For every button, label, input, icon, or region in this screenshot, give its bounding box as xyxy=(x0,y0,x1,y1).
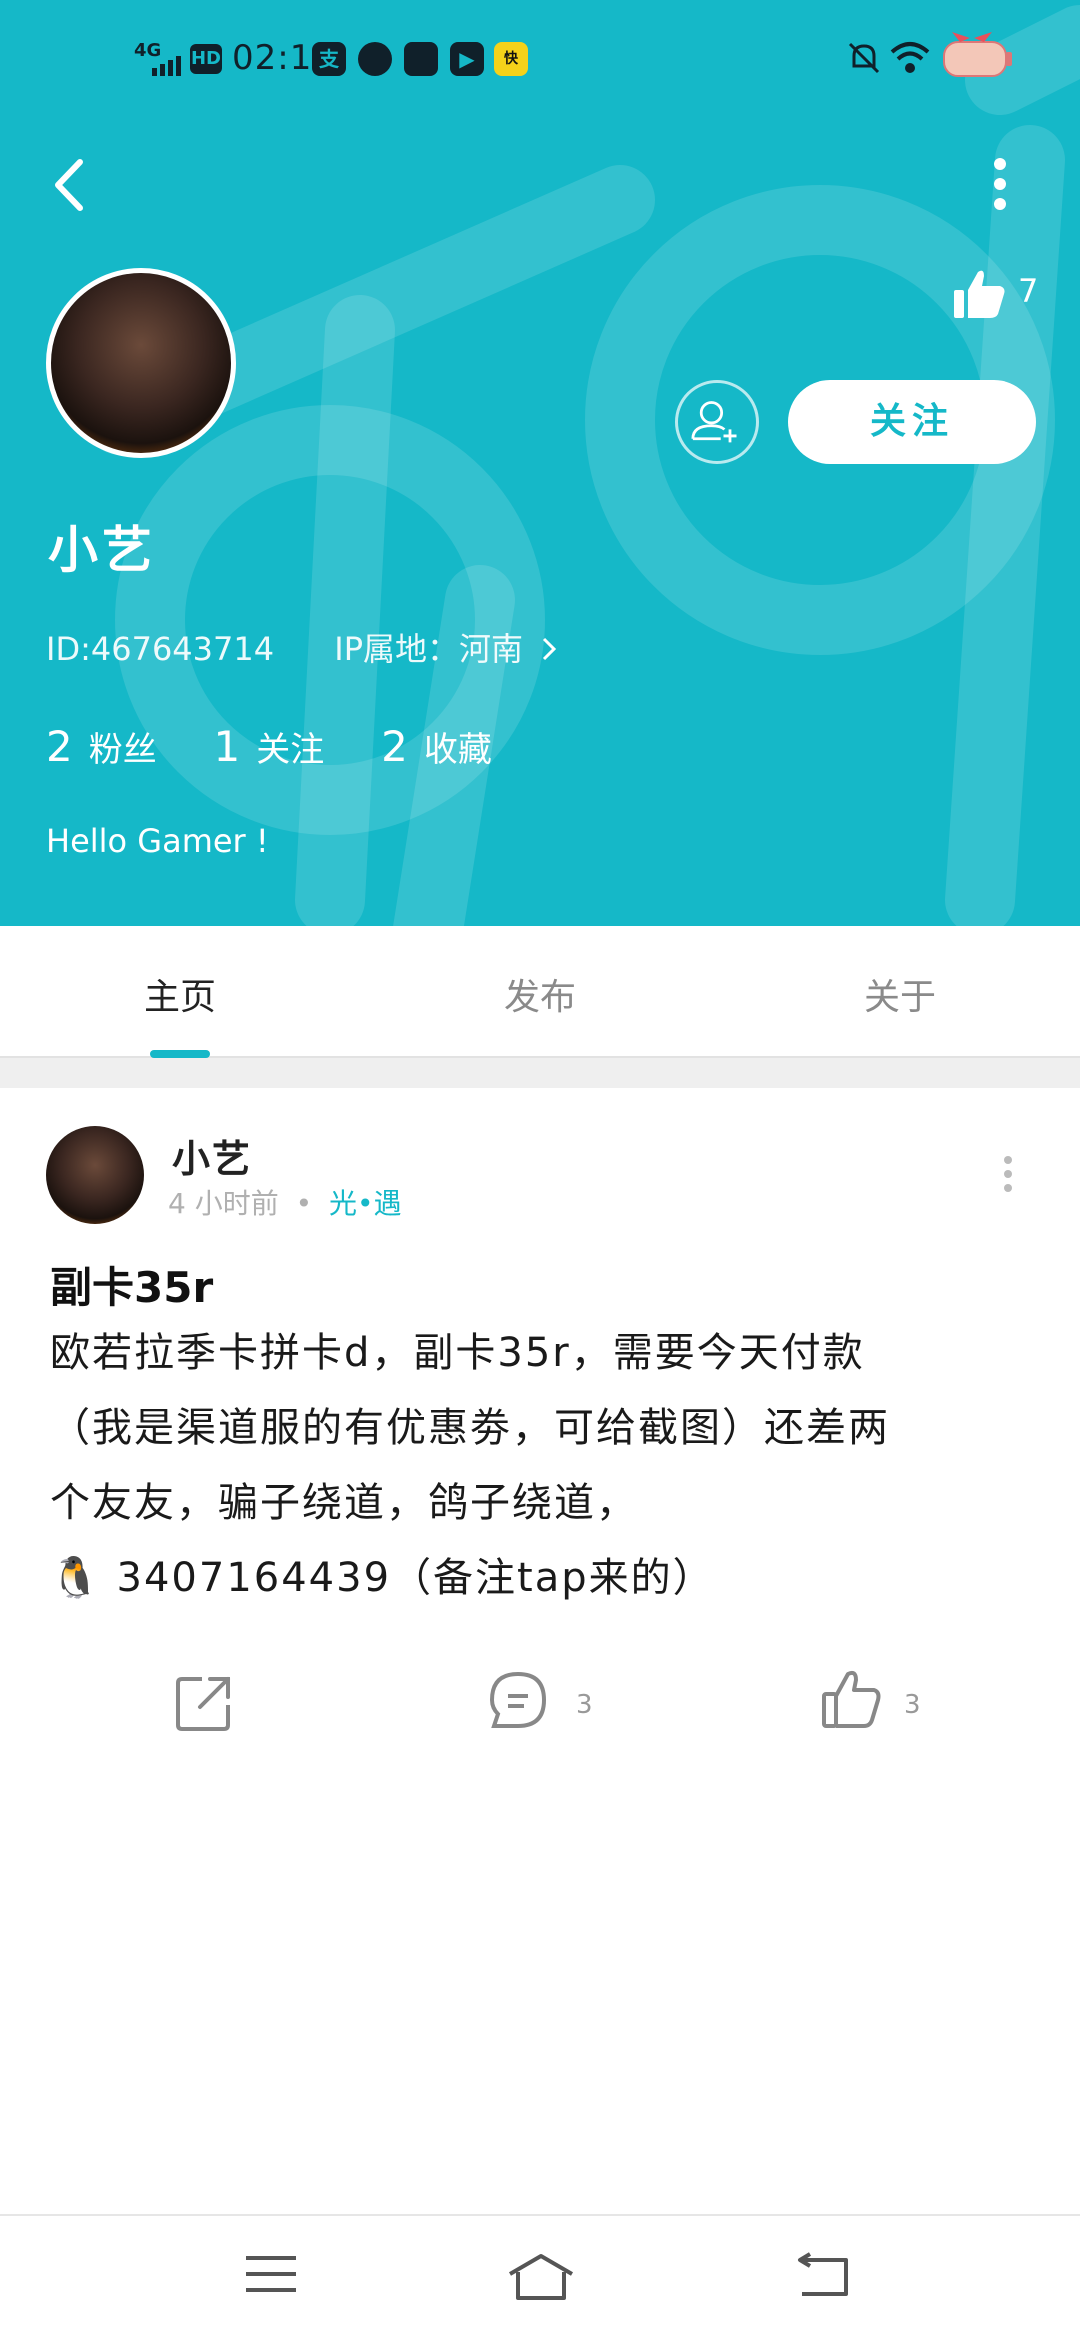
kuaishou-icon: 快 xyxy=(494,42,528,76)
section-divider xyxy=(0,1058,1080,1088)
profile-id-row: ID:467643714 IP属地：河南 xyxy=(46,624,559,670)
thumbs-up-icon xyxy=(954,270,1005,318)
profile-likes[interactable]: 7 xyxy=(952,268,1038,324)
profile-avatar[interactable] xyxy=(46,268,236,458)
video-icon: ▶ xyxy=(450,42,484,76)
comment-count: 3 xyxy=(576,1690,593,1720)
signal-icon xyxy=(152,56,181,76)
message-icon xyxy=(358,42,392,76)
tab-posts[interactable]: 发布 xyxy=(440,968,640,1020)
meta-separator: • xyxy=(295,1187,313,1220)
post-body: 欧若拉季卡拼卡d，副卡35r，需要今天付款 （我是渠道服的有优惠劵，可给截图）还… xyxy=(50,1316,1030,1616)
like-count: 3 xyxy=(904,1690,921,1720)
home-icon[interactable] xyxy=(506,2252,576,2302)
tab-home[interactable]: 主页 xyxy=(80,968,280,1020)
profile-header: 4G HD 02:13 支 ▶ 快 7 关注 小艺 ID:467643714 I… xyxy=(0,0,1080,926)
favorites-count: 2 xyxy=(381,722,408,771)
chevron-right-icon xyxy=(543,637,557,661)
post-meta: 4 小时前 • 光•遇 xyxy=(168,1182,402,1222)
add-friend-button[interactable] xyxy=(675,380,759,464)
active-tab-indicator xyxy=(150,1050,210,1058)
back-nav-icon[interactable] xyxy=(796,2252,852,2298)
favorites-label: 收藏 xyxy=(423,730,492,770)
profile-bio: Hello Gamer ! xyxy=(46,822,269,860)
profile-name: 小艺 xyxy=(48,521,156,579)
following-stat[interactable]: 1 关注 xyxy=(214,722,325,771)
post-game-tag[interactable]: 光•遇 xyxy=(329,1187,402,1220)
post-time: 4 小时前 xyxy=(168,1187,279,1220)
post-line: 欧若拉季卡拼卡d，副卡35r，需要今天付款 xyxy=(50,1330,865,1376)
share-button[interactable] xyxy=(172,1668,236,1738)
fans-label: 粉丝 xyxy=(88,730,157,770)
status-bar: 4G HD 02:13 支 ▶ 快 xyxy=(0,0,1080,118)
hd-icon: HD xyxy=(190,44,222,74)
follow-button[interactable]: 关注 xyxy=(788,380,1036,464)
app-icon xyxy=(404,42,438,76)
battery-icon xyxy=(943,32,1012,77)
wifi-icon xyxy=(890,42,930,73)
post-author-avatar[interactable] xyxy=(46,1126,144,1224)
more-options-button[interactable] xyxy=(980,150,1020,220)
comment-icon xyxy=(489,1671,547,1728)
thumbs-up-outline-icon xyxy=(822,1670,881,1728)
post-title: 副卡35r xyxy=(50,1263,214,1312)
mute-icon xyxy=(848,42,880,74)
favorites-stat[interactable]: 2 收藏 xyxy=(381,722,492,771)
ip-location-link[interactable]: IP属地：河南 xyxy=(334,630,559,668)
like-button[interactable]: 3 xyxy=(820,1668,940,1738)
system-nav-bar xyxy=(0,2214,1080,2342)
user-id: ID:467643714 xyxy=(46,630,275,668)
following-label: 关注 xyxy=(256,730,325,770)
post-line: 个友友，骗子绕道，鸽子绕道， xyxy=(50,1480,638,1526)
post-line: 🐧 3407164439（备注tap来的） xyxy=(50,1555,715,1601)
ip-location: IP属地：河南 xyxy=(334,630,524,668)
back-button[interactable] xyxy=(44,150,94,220)
likes-count: 7 xyxy=(1018,272,1039,310)
comment-button[interactable]: 3 xyxy=(486,1668,606,1738)
menu-icon[interactable] xyxy=(244,2252,298,2296)
profile-stats: 2 粉丝 1 关注 2 收藏 xyxy=(46,722,538,771)
profile-tabs: 主页 发布 关于 xyxy=(0,926,1080,1058)
alipay-icon: 支 xyxy=(312,42,346,76)
post-actions: 3 3 xyxy=(0,1668,1080,1768)
post-author-name[interactable]: 小艺 xyxy=(172,1128,252,1183)
post-line: （我是渠道服的有优惠劵，可给截图）还差两 xyxy=(50,1405,890,1451)
fans-stat[interactable]: 2 粉丝 xyxy=(46,722,157,771)
post-more-button[interactable] xyxy=(996,1152,1020,1202)
fans-count: 2 xyxy=(46,722,73,771)
following-count: 1 xyxy=(213,722,241,771)
tab-about[interactable]: 关于 xyxy=(800,968,1000,1020)
